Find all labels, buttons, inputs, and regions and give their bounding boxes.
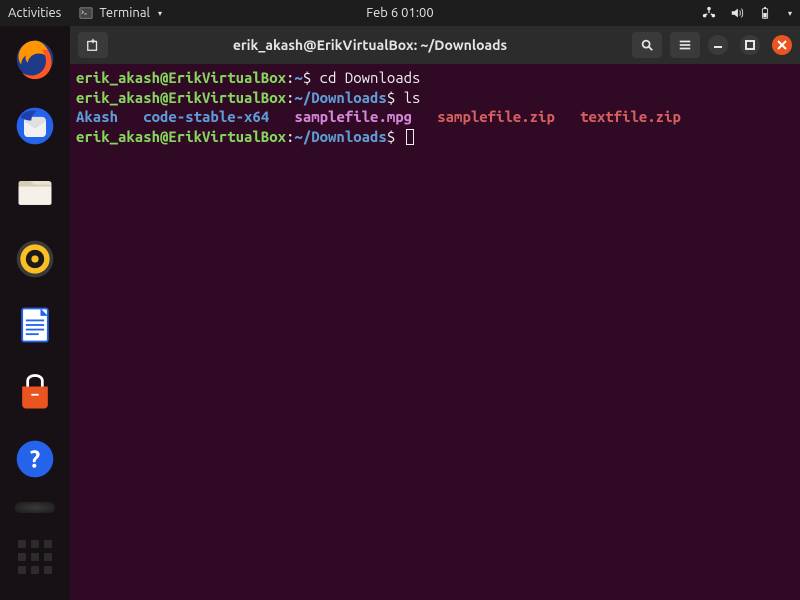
command-text: ls — [404, 89, 421, 106]
command-text: cd Downloads — [320, 69, 421, 86]
menu-button[interactable] — [670, 32, 700, 58]
ls-entry: samplefile.zip — [437, 108, 555, 125]
activities-button[interactable]: Activities — [8, 6, 61, 20]
prompt-user: erik_akash@ErikVirtualBox — [76, 128, 286, 145]
ls-entry: code-stable-x64 — [143, 108, 269, 125]
maximize-icon — [745, 40, 755, 50]
prompt-path: ~/Downloads — [294, 89, 386, 106]
new-tab-icon — [86, 38, 100, 52]
dock-item-libreoffice-writer[interactable] — [11, 302, 59, 349]
rhythmbox-icon — [13, 237, 57, 281]
prompt-path: ~ — [294, 69, 302, 86]
titlebar: erik_akash@ErikVirtualBox: ~/Downloads — [70, 26, 800, 64]
close-icon — [777, 40, 787, 50]
dropdown-icon: ▾ — [788, 9, 792, 18]
battery-icon — [758, 6, 772, 20]
dropdown-icon: ▾ — [158, 9, 162, 18]
clock[interactable]: Feb 6 01:00 — [366, 6, 433, 20]
search-icon — [640, 38, 654, 52]
help-icon: ? — [13, 437, 57, 481]
terminal-icon — [79, 6, 93, 20]
dock-separator — [15, 502, 55, 514]
ls-entry: Akash — [76, 108, 118, 125]
writer-icon — [13, 303, 57, 347]
hamburger-icon — [678, 38, 692, 52]
show-applications-button[interactable] — [11, 533, 59, 580]
ls-entry: samplefile.mpg — [294, 108, 412, 125]
app-menu-label: Terminal — [99, 6, 150, 20]
dock-item-files[interactable] — [11, 169, 59, 216]
prompt-user: erik_akash@ErikVirtualBox — [76, 89, 286, 106]
svg-text:?: ? — [30, 445, 40, 472]
minimize-button[interactable] — [708, 35, 728, 55]
terminal-body[interactable]: erik_akash@ErikVirtualBox:~$ cd Download… — [70, 64, 800, 600]
network-icon — [702, 6, 716, 20]
search-button[interactable] — [632, 32, 662, 58]
apps-grid-icon — [18, 540, 52, 574]
dock-item-rhythmbox[interactable] — [11, 236, 59, 283]
system-status-area[interactable]: ▾ — [702, 6, 792, 20]
dock-item-help[interactable]: ? — [11, 435, 59, 482]
dock-item-firefox[interactable] — [11, 36, 59, 83]
new-tab-button[interactable] — [78, 32, 108, 58]
volume-icon — [730, 6, 744, 20]
prompt-user: erik_akash@ErikVirtualBox — [76, 69, 286, 86]
minimize-icon — [713, 40, 723, 50]
dock-item-thunderbird[interactable] — [11, 103, 59, 150]
ls-entry: textfile.zip — [580, 108, 681, 125]
close-button[interactable] — [772, 35, 792, 55]
dock-item-software[interactable] — [11, 369, 59, 416]
window-title: erik_akash@ErikVirtualBox: ~/Downloads — [116, 37, 624, 53]
dock: ? — [0, 26, 70, 600]
cursor — [406, 129, 414, 145]
app-menu[interactable]: Terminal ▾ — [79, 6, 162, 20]
terminal-window: erik_akash@ErikVirtualBox: ~/Downloads e… — [70, 26, 800, 600]
top-panel: Activities Terminal ▾ Feb 6 01:00 ▾ — [0, 0, 800, 26]
firefox-icon — [13, 37, 57, 81]
files-icon — [13, 170, 57, 214]
maximize-button[interactable] — [740, 35, 760, 55]
software-icon — [13, 370, 57, 414]
prompt-path: ~/Downloads — [294, 128, 386, 145]
thunderbird-icon — [13, 104, 57, 148]
